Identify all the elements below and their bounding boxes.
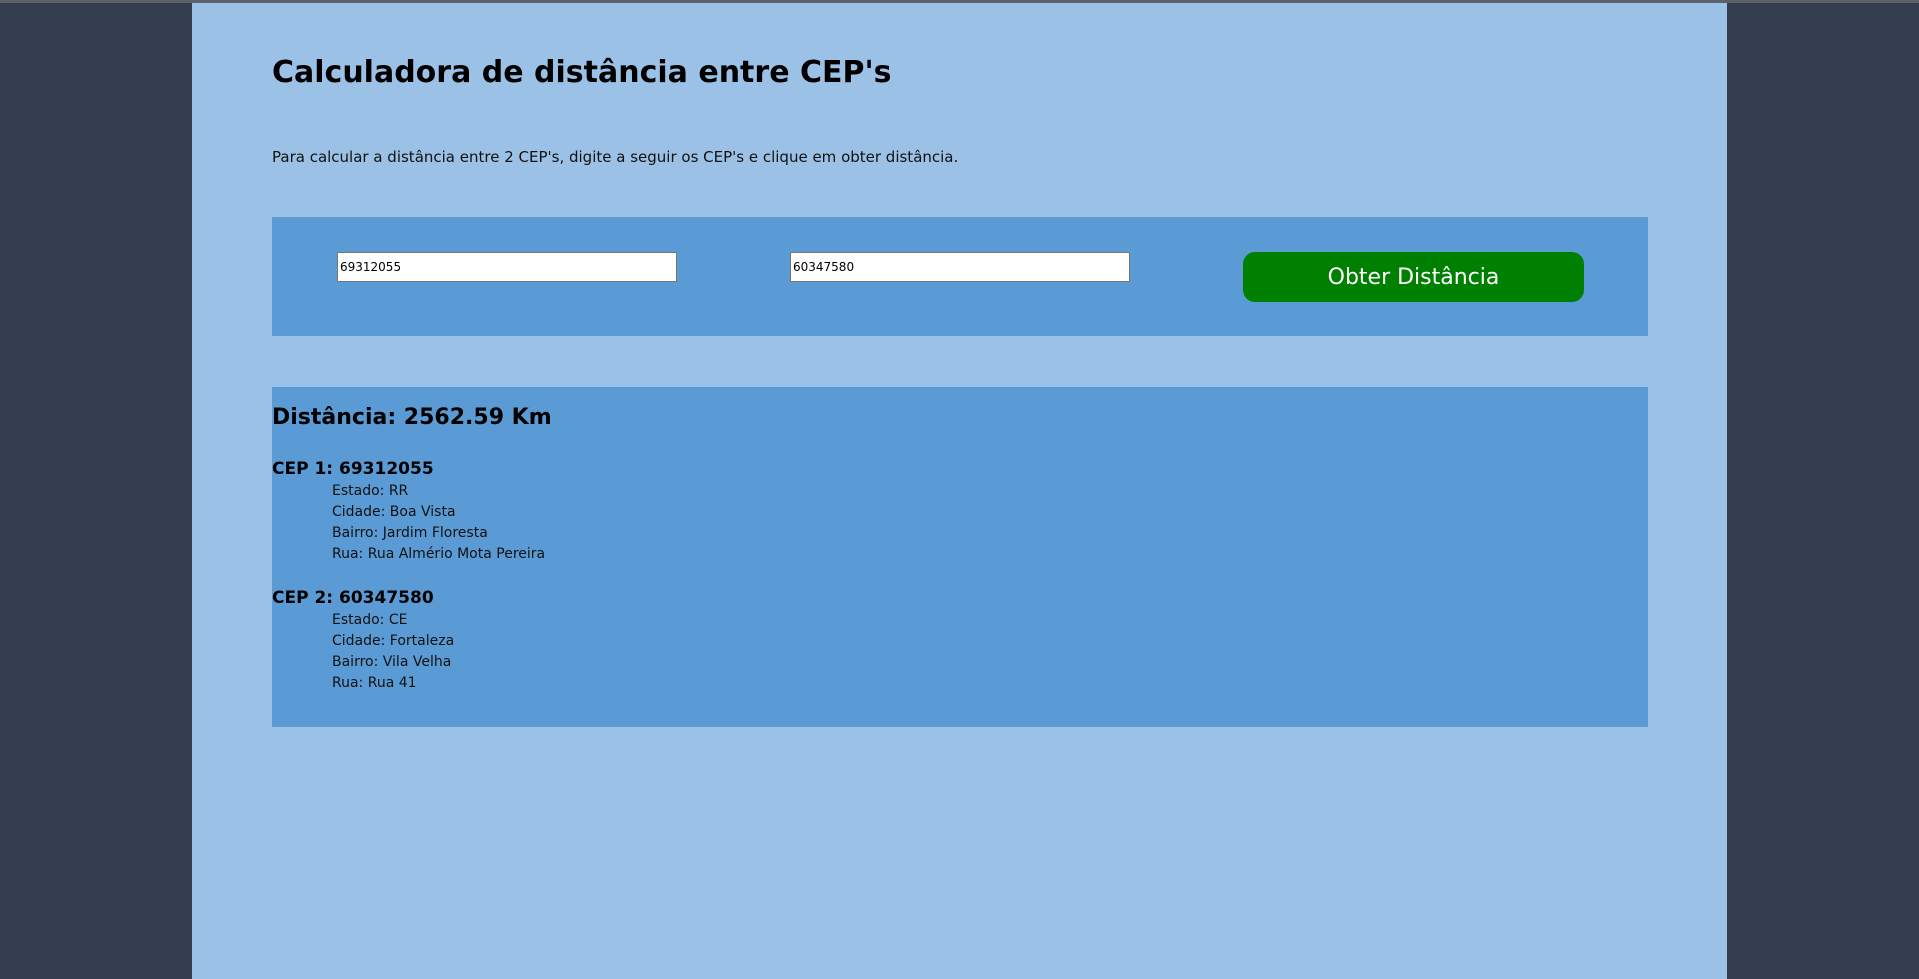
cep2-estado: Estado: CE — [332, 612, 408, 628]
page-title: Calculadora de distância entre CEP's — [272, 55, 892, 90]
cep2-heading: CEP 2: 60347580 — [272, 588, 434, 608]
cep1-rua: Rua: Rua Almério Mota Pereira — [332, 546, 546, 562]
cep2-details: Estado: CE Cidade: Fortaleza Bairro: Vil… — [272, 610, 454, 694]
result-panel: Distância: 2562.59 Km CEP 1: 69312055 Es… — [272, 387, 1648, 727]
cep2-bairro: Bairro: Vila Velha — [332, 654, 452, 670]
obter-distancia-button[interactable]: Obter Distância — [1243, 252, 1584, 302]
cep2-input[interactable] — [790, 252, 1130, 282]
cep1-details-block: CEP 1: 69312055 Estado: RR Cidade: Boa V… — [272, 458, 545, 565]
cep2-cidade: Cidade: Fortaleza — [332, 633, 455, 649]
cep1-cidade: Cidade: Boa Vista — [332, 504, 456, 520]
cep2-rua: Rua: Rua 41 — [332, 675, 417, 691]
cep1-details: Estado: RR Cidade: Boa Vista Bairro: Jar… — [272, 481, 545, 565]
distance-result: Distância: 2562.59 Km — [272, 405, 552, 430]
cep1-bairro: Bairro: Jardim Floresta — [332, 525, 488, 541]
cep1-heading: CEP 1: 69312055 — [272, 459, 434, 479]
cep1-estado: Estado: RR — [332, 483, 409, 499]
cep1-input[interactable] — [337, 252, 677, 282]
cep-form-panel: Obter Distância — [272, 217, 1648, 336]
instructions-text: Para calcular a distância entre 2 CEP's,… — [272, 148, 959, 166]
cep2-details-block: CEP 2: 60347580 Estado: CE Cidade: Forta… — [272, 587, 454, 694]
page-container: Calculadora de distância entre CEP's Par… — [192, 3, 1727, 979]
